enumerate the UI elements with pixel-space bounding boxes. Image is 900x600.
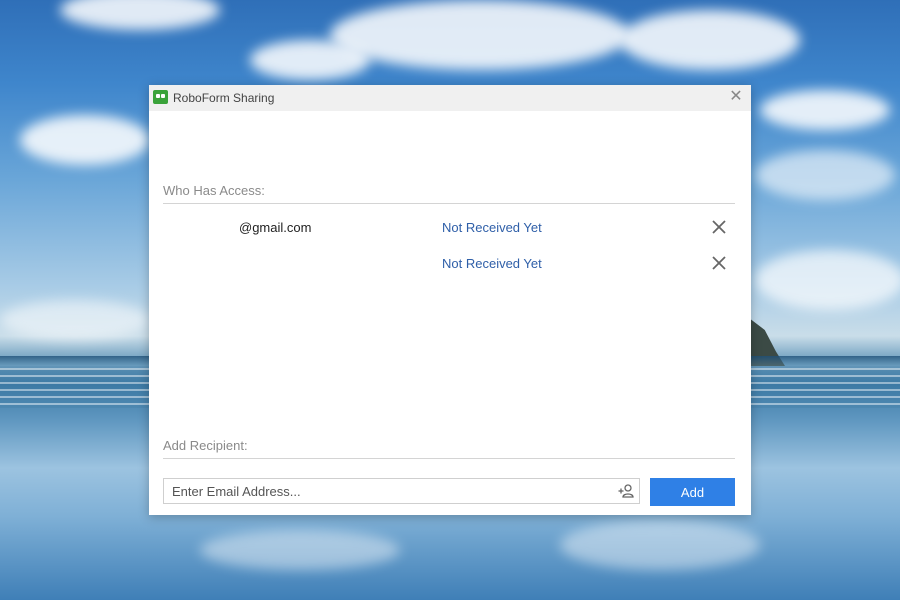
- access-email: @gmail.com: [239, 220, 312, 235]
- add-contact-icon[interactable]: [617, 482, 635, 500]
- roboform-logo-icon: [153, 90, 168, 104]
- cloud: [250, 40, 370, 80]
- add-button[interactable]: Add: [650, 478, 735, 506]
- cloud: [755, 150, 895, 200]
- remove-x-icon[interactable]: [709, 217, 729, 237]
- access-row: @gmail.com Not Received Yet: [163, 217, 735, 241]
- access-row: Not Received Yet: [163, 253, 735, 277]
- cloud: [20, 115, 150, 165]
- cloud: [620, 10, 800, 70]
- who-has-access-heading: Who Has Access:: [163, 183, 265, 198]
- email-input-box: [163, 478, 640, 504]
- desktop-background: RoboForm Sharing ✕ Who Has Access: @gmai…: [0, 0, 900, 600]
- title-bar: RoboForm Sharing ✕: [149, 85, 751, 111]
- email-input[interactable]: [164, 479, 612, 503]
- divider: [163, 458, 735, 459]
- add-recipient-heading: Add Recipient:: [163, 438, 248, 453]
- cloud: [755, 250, 900, 310]
- cloud: [760, 90, 890, 130]
- access-status: Not Received Yet: [442, 220, 542, 235]
- cloud: [330, 0, 630, 70]
- access-status: Not Received Yet: [442, 256, 542, 271]
- cloud-reflection: [200, 530, 400, 570]
- divider: [163, 203, 735, 204]
- remove-x-icon[interactable]: [709, 253, 729, 273]
- cloud: [60, 0, 220, 30]
- sharing-dialog: RoboForm Sharing ✕ Who Has Access: @gmai…: [149, 85, 751, 515]
- cloud: [0, 300, 150, 340]
- cloud-reflection: [560, 520, 760, 570]
- window-title: RoboForm Sharing: [173, 91, 275, 105]
- close-icon[interactable]: ✕: [727, 88, 745, 106]
